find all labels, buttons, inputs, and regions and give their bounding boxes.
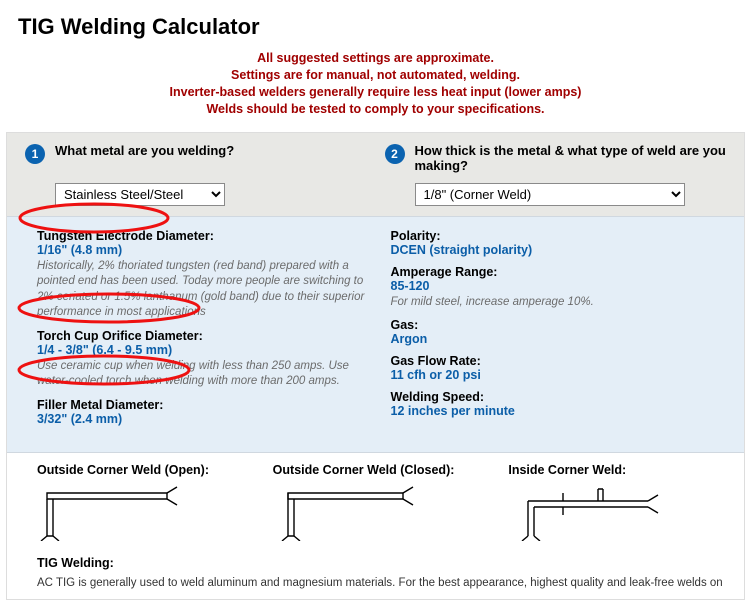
diagram-closed: Outside Corner Weld (Closed):: [273, 463, 491, 544]
notice: All suggested settings are approximate. …: [0, 46, 751, 132]
step-badge-2: 2: [385, 144, 405, 164]
electrode-note: Historically, 2% thoriated tungsten (red…: [37, 259, 373, 321]
diagrams-row: Outside Corner Weld (Open): Outside Corn…: [7, 453, 744, 550]
question-thickness: 2 How thick is the metal & what type of …: [385, 143, 727, 206]
polarity-label: Polarity:: [391, 229, 727, 243]
speed-value: 12 inches per minute: [391, 404, 727, 418]
metal-select[interactable]: Stainless Steel/Steel: [55, 183, 225, 206]
amperage-note: For mild steel, increase amperage 10%.: [391, 295, 727, 311]
notice-line: All suggested settings are approximate.: [20, 50, 731, 67]
thickness-select[interactable]: 1/8" (Corner Weld): [415, 183, 685, 206]
questions-row: 1 What metal are you welding? Stainless …: [7, 133, 744, 216]
notice-line: Inverter-based welders generally require…: [20, 84, 731, 101]
torch-note: Use ceramic cup when welding with less t…: [37, 359, 373, 390]
electrode-value: 1/16" (4.8 mm): [37, 243, 373, 257]
diagram-open: Outside Corner Weld (Open):: [37, 463, 255, 544]
torch-value: 1/4 - 3/8" (6.4 - 9.5 mm): [37, 343, 373, 357]
amperage-value: 85-120: [391, 279, 727, 293]
torch-label: Torch Cup Orifice Diameter:: [37, 329, 373, 343]
tig-section: TIG Welding: AC TIG is generally used to…: [7, 550, 744, 599]
diagram-title: Inside Corner Weld:: [508, 463, 726, 477]
calculator-panel: 1 What metal are you welding? Stainless …: [6, 132, 745, 600]
results-left-col: Tungsten Electrode Diameter: 1/16" (4.8 …: [37, 229, 373, 434]
diagram-closed-svg: [273, 481, 433, 541]
tig-body: AC TIG is generally used to weld aluminu…: [37, 576, 726, 591]
question-text: How thick is the metal & what type of we…: [415, 143, 727, 174]
page-title: TIG Welding Calculator: [0, 0, 751, 46]
flow-value: 11 cfh or 20 psi: [391, 368, 727, 382]
gas-value: Argon: [391, 332, 727, 346]
amperage-label: Amperage Range:: [391, 265, 727, 279]
diagram-inside-svg: [508, 481, 668, 541]
filler-value: 3/32" (2.4 mm): [37, 412, 373, 426]
question-metal: 1 What metal are you welding? Stainless …: [25, 143, 367, 206]
flow-label: Gas Flow Rate:: [391, 354, 727, 368]
diagram-title: Outside Corner Weld (Open):: [37, 463, 255, 477]
notice-line: Welds should be tested to comply to your…: [20, 101, 731, 118]
step-badge-1: 1: [25, 144, 45, 164]
diagram-open-svg: [37, 481, 197, 541]
diagram-inside: Inside Corner Weld:: [508, 463, 726, 544]
polarity-value: DCEN (straight polarity): [391, 243, 727, 257]
results-right-col: Polarity: DCEN (straight polarity) Amper…: [391, 229, 727, 434]
question-text: What metal are you welding?: [55, 143, 234, 159]
results-panel: Tungsten Electrode Diameter: 1/16" (4.8 …: [7, 216, 744, 453]
speed-label: Welding Speed:: [391, 390, 727, 404]
diagram-title: Outside Corner Weld (Closed):: [273, 463, 491, 477]
gas-label: Gas:: [391, 318, 727, 332]
notice-line: Settings are for manual, not automated, …: [20, 67, 731, 84]
filler-label: Filler Metal Diameter:: [37, 398, 373, 412]
electrode-label: Tungsten Electrode Diameter:: [37, 229, 373, 243]
